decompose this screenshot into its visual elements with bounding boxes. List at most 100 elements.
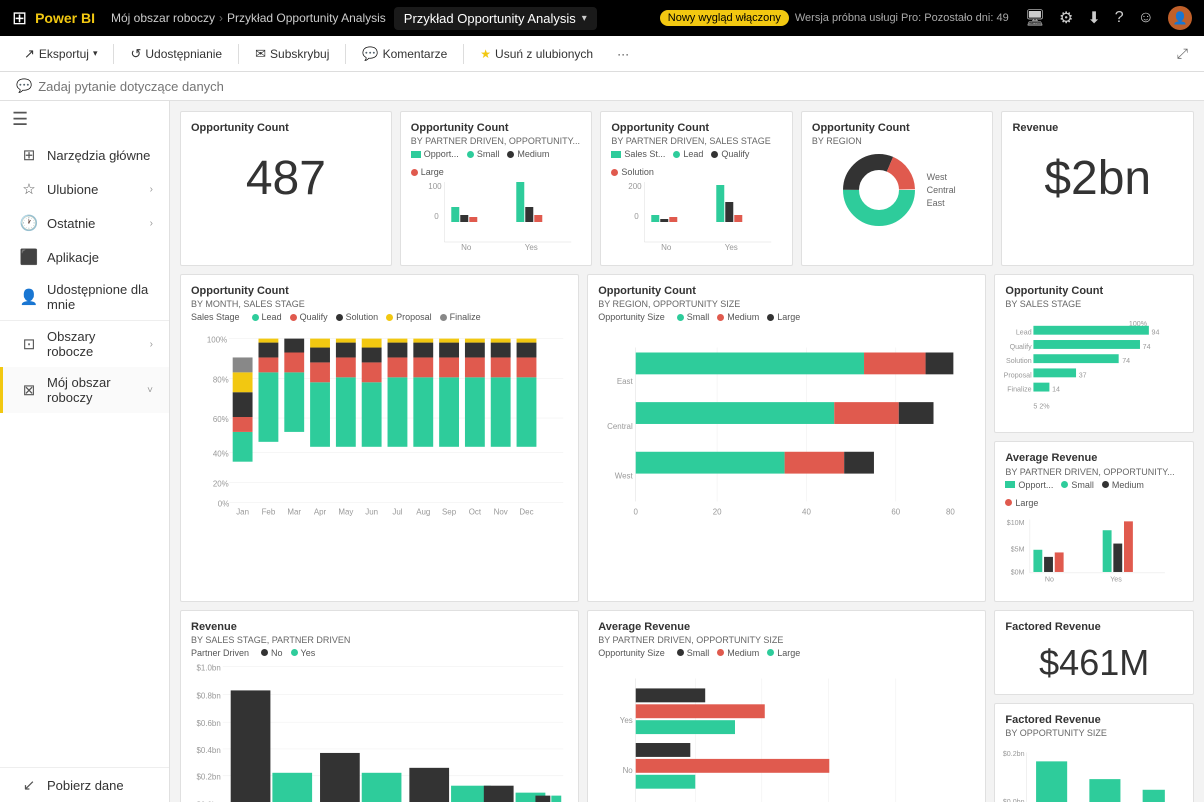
svg-text:Oct: Oct xyxy=(469,508,482,517)
card-opp-partner-title: Opportunity Count xyxy=(411,122,582,135)
opp-region-size-chart: 0 20 40 60 80 East Central xyxy=(598,322,975,517)
top-bar: ⊞ Power BI Mój obszar roboczy › Przykład… xyxy=(0,0,1204,36)
sidebar-item-home[interactable]: ⊞ Narzędzia główne xyxy=(0,138,169,172)
emoji-icon[interactable]: ☺ xyxy=(1138,9,1154,27)
user-avatar[interactable]: 👤 xyxy=(1168,6,1192,30)
dropdown-chevron-icon: ▾ xyxy=(582,13,587,24)
more-button[interactable]: ··· xyxy=(609,43,637,65)
toggle-area: Nowy wygląd włączony Wersja próbna usług… xyxy=(660,10,1009,26)
svg-text:80%: 80% xyxy=(213,376,229,385)
sidebar-section-workspaces: ⊡ Obszary robocze › ⊠ Mój obszar roboczy… xyxy=(0,320,169,413)
svg-text:Solution: Solution xyxy=(1006,357,1032,365)
card-opp-count-title: Opportunity Count xyxy=(191,122,381,135)
sidebar-item-favorites[interactable]: ☆ Ulubione › xyxy=(0,172,169,206)
svg-text:$0.2bn: $0.2bn xyxy=(196,772,220,781)
app-grid-icon[interactable]: ⊞ xyxy=(12,8,27,29)
favorites-nav-icon: ☆ xyxy=(19,180,39,198)
card-opp-region[interactable]: Opportunity Count BY REGION West Central… xyxy=(801,111,994,266)
card-opp-region-size[interactable]: Opportunity Count BY REGION, OPPORTUNITY… xyxy=(587,274,986,601)
card-avg-revenue-partner[interactable]: Average Revenue BY PARTNER DRIVEN, OPPOR… xyxy=(994,441,1194,601)
card-avg-revenue-legend: Opport... Small Medium Large xyxy=(1005,480,1183,508)
toolbar-separator-2 xyxy=(238,44,239,64)
card-revenue-stage[interactable]: Revenue BY SALES STAGE, PARTNER DRIVEN P… xyxy=(180,610,579,802)
main-layout: ☰ ⊞ Narzędzia główne ☆ Ulubione › 🕐 Osta… xyxy=(0,101,1204,802)
card-revenue[interactable]: Revenue $2bn xyxy=(1001,111,1194,266)
svg-text:20: 20 xyxy=(713,508,722,517)
download-icon[interactable]: ⬇ xyxy=(1087,8,1100,28)
svg-text:5 2%: 5 2% xyxy=(1034,403,1051,411)
svg-text:74: 74 xyxy=(1143,343,1151,351)
card-opp-stage[interactable]: Opportunity Count BY PARTNER DRIVEN, SAL… xyxy=(600,111,793,266)
svg-text:0: 0 xyxy=(635,212,640,221)
action-toolbar: ↗ Eksportuj ▾ ↺ Udostępnianie ✉ Subskryb… xyxy=(0,36,1204,72)
card-opp-region-size-subtitle: BY REGION, OPPORTUNITY SIZE xyxy=(598,299,975,309)
favorites-button[interactable]: ★ Usuń z ulubionych xyxy=(472,43,601,65)
card-opp-region-size-title: Opportunity Count xyxy=(598,285,975,298)
my-workspace-chevron-icon: ˅ xyxy=(147,385,153,396)
svg-text:Nov: Nov xyxy=(494,508,508,517)
recent-chevron-icon: › xyxy=(150,218,153,229)
card-revenue-title: Revenue xyxy=(1012,122,1183,135)
svg-text:May: May xyxy=(338,508,353,517)
card-opp-stage-legend: Sales St... Lead Qualify Solution xyxy=(611,149,782,177)
question-input[interactable] xyxy=(38,79,298,94)
svg-text:100: 100 xyxy=(428,182,442,191)
svg-text:West: West xyxy=(615,472,634,481)
toolbar-separator-4 xyxy=(463,44,464,64)
share-button[interactable]: ↺ Udostępnianie xyxy=(122,42,230,66)
card-opp-partner[interactable]: Opportunity Count BY PARTNER DRIVEN, OPP… xyxy=(400,111,593,266)
sidebar-toggle[interactable]: ☰ xyxy=(0,101,169,138)
new-look-toggle[interactable]: Nowy wygląd włączony xyxy=(660,10,789,26)
sidebar-get-data-label: Pobierz dane xyxy=(47,778,153,793)
export-label: Eksportuj xyxy=(39,47,89,61)
sidebar-item-get-data[interactable]: ↙ Pobierz dane xyxy=(0,768,169,802)
opp-partner-chart: 100 0 No Yes xyxy=(411,177,582,252)
svg-text:$0.0bn: $0.0bn xyxy=(1003,798,1025,802)
sidebar-bottom: ↙ Pobierz dane xyxy=(0,767,169,802)
sidebar-item-apps[interactable]: ⬛ Aplikacje xyxy=(0,240,169,274)
svg-text:East: East xyxy=(617,378,634,387)
breadcrumb-report[interactable]: Przykład Opportunity Analysis xyxy=(227,11,386,25)
monitor-icon[interactable]: 🖥 xyxy=(1025,8,1045,28)
card-revenue-value: $2bn xyxy=(1012,151,1183,206)
sidebar-item-recent[interactable]: 🕐 Ostatnie › xyxy=(0,206,169,240)
apps-icon: ⬛ xyxy=(19,248,39,266)
svg-text:200: 200 xyxy=(629,182,643,191)
export-button[interactable]: ↗ Eksportuj ▾ xyxy=(16,42,105,66)
svg-text:$0.6bn: $0.6bn xyxy=(196,719,220,728)
card-factored-revenue-size[interactable]: Factored Revenue BY OPPORTUNITY SIZE $0.… xyxy=(994,703,1194,802)
svg-text:40%: 40% xyxy=(213,450,229,459)
sidebar-recent-label: Ostatnie xyxy=(47,216,142,231)
avg-revenue-size-chart: $0M $2M $4M $6M $8M $10M Yes xyxy=(598,658,975,802)
card-opp-month-stage[interactable]: Opportunity Count BY MONTH, SALES STAGE … xyxy=(180,274,579,601)
sidebar-item-shared[interactable]: 👤 Udostępnione dla mnie xyxy=(0,274,169,320)
subscribe-button[interactable]: ✉ Subskrybuj xyxy=(247,42,337,66)
report-title-dropdown[interactable]: Przykład Opportunity Analysis ▾ xyxy=(394,7,597,30)
sidebar-item-workspaces[interactable]: ⊡ Obszary robocze › xyxy=(0,321,169,367)
svg-text:No: No xyxy=(623,766,634,775)
card-factored-revenue[interactable]: Factored Revenue $461M xyxy=(994,610,1194,695)
comments-button[interactable]: 💬 Komentarze xyxy=(354,42,455,66)
dashboard-row-2: Opportunity Count BY MONTH, SALES STAGE … xyxy=(180,274,1194,601)
card-opp-month-legend: Sales Stage Lead Qualify Solution Propos… xyxy=(191,312,568,322)
card-opp-region-size-legend: Opportunity Size Small Medium Large xyxy=(598,312,975,322)
sidebar-item-my-workspace[interactable]: ⊠ Mój obszar roboczy ˅ xyxy=(0,367,169,413)
region-donut-chart xyxy=(839,150,919,230)
svg-text:$0.8bn: $0.8bn xyxy=(196,691,220,700)
svg-text:60: 60 xyxy=(892,508,901,517)
card-opp-sales-stage[interactable]: Opportunity Count BY SALES STAGE 100% Le… xyxy=(994,274,1194,433)
svg-text:$5M: $5M xyxy=(1011,545,1025,553)
breadcrumb-workspace[interactable]: Mój obszar roboczy xyxy=(111,11,215,25)
card-avg-revenue-partner-subtitle: BY PARTNER DRIVEN, OPPORTUNITY... xyxy=(1005,467,1183,477)
settings-icon[interactable]: ⚙ xyxy=(1059,8,1073,28)
dashboard-row-3: Revenue BY SALES STAGE, PARTNER DRIVEN P… xyxy=(180,610,1194,802)
workspaces-chevron-icon: › xyxy=(150,339,153,350)
card-opp-count[interactable]: Opportunity Count 487 xyxy=(180,111,392,266)
help-icon[interactable]: ? xyxy=(1115,9,1124,27)
shared-icon: 👤 xyxy=(19,288,39,306)
svg-text:$10M: $10M xyxy=(1007,518,1025,526)
card-avg-revenue-size[interactable]: Average Revenue BY PARTNER DRIVEN, OPPOR… xyxy=(587,610,986,802)
svg-text:Aug: Aug xyxy=(416,508,430,517)
expand-icon[interactable]: ⤢ xyxy=(1177,45,1188,61)
svg-text:$0.2bn: $0.2bn xyxy=(1003,750,1025,758)
